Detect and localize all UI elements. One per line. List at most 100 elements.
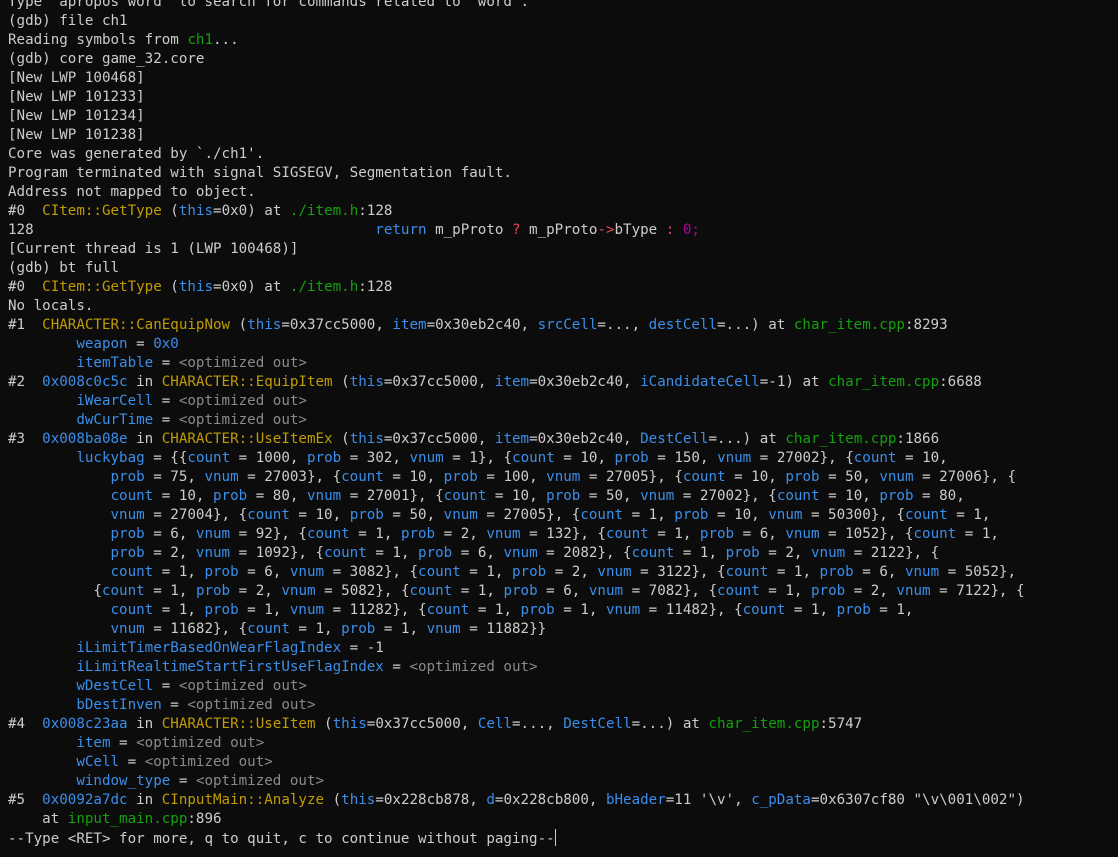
- terminal-text: m_pProto: [426, 222, 512, 238]
- terminal-text: = 2,: [759, 545, 811, 561]
- terminal-text: = 6,: [853, 564, 905, 580]
- terminal-text: = 1000,: [230, 450, 307, 466]
- terminal-text: char_item.cpp: [828, 374, 940, 390]
- terminal-text: :128: [358, 203, 393, 219]
- terminal-text: count: [110, 602, 154, 618]
- terminal-text: this: [178, 279, 214, 295]
- terminal-text: prob: [204, 602, 239, 618]
- terminal-text: vnum: [879, 469, 914, 485]
- terminal-text: :: [665, 222, 675, 238]
- terminal-output[interactable]: Type "apropos word" to search for comman…: [0, 0, 1118, 857]
- terminal-text: in: [127, 431, 162, 447]
- terminal-text: count: [426, 602, 470, 618]
- terminal-line: window_type = <optimized out>: [8, 772, 324, 791]
- terminal-text: = 3082}, {: [324, 564, 419, 580]
- terminal-text: count: [247, 507, 290, 523]
- terminal-text: prob: [110, 526, 145, 542]
- terminal-text: prob: [725, 545, 760, 561]
- terminal-text: =...) at: [708, 431, 786, 447]
- terminal-line: (gdb) core game_32.core: [8, 50, 204, 69]
- terminal-text: = 1,: [674, 545, 726, 561]
- terminal-text: Program terminated with signal SIGSEGV, …: [8, 165, 512, 181]
- terminal-line: prob = 6, vnum = 92}, {count = 1, prob =…: [8, 525, 999, 544]
- terminal-text: prob: [819, 564, 854, 580]
- terminal-text: count: [101, 583, 145, 599]
- terminal-text: in: [127, 374, 162, 390]
- terminal-text: No locals.: [8, 298, 94, 314]
- terminal-text: vnum: [306, 488, 342, 504]
- terminal-line: Core was generated by `./ch1'.: [8, 145, 264, 164]
- terminal-text: prob: [614, 450, 649, 466]
- terminal-text: item: [76, 735, 111, 751]
- terminal-text: count: [605, 526, 649, 542]
- terminal-text: =: [383, 659, 410, 675]
- terminal-text: =...,: [597, 317, 649, 333]
- terminal-text: (: [230, 317, 248, 333]
- terminal-text: vnum: [195, 545, 231, 561]
- terminal-text: = 5082}, {: [315, 583, 410, 599]
- terminal-text: = 6,: [537, 583, 589, 599]
- terminal-text: :896: [187, 811, 222, 827]
- terminal-text: = 3122}, {: [631, 564, 726, 580]
- terminal-line: [New LWP 101234]: [8, 107, 145, 126]
- terminal-text: ?: [511, 222, 521, 238]
- terminal-text: =: [170, 773, 196, 789]
- terminal-text: vnum: [896, 583, 931, 599]
- terminal-text: bHeader: [605, 792, 666, 808]
- terminal-text: [New LWP 101234]: [8, 108, 145, 124]
- terminal-text: = 27002}, {: [751, 450, 854, 466]
- terminal-line: Address not mapped to object.: [8, 183, 256, 202]
- terminal-text: count: [247, 621, 290, 637]
- terminal-text: weapon: [76, 336, 128, 352]
- terminal-text: <optimized out>: [187, 697, 316, 713]
- terminal-line: vnum = 27004}, {count = 10, prob = 50, v…: [8, 506, 991, 525]
- terminal-text: vnum: [605, 602, 641, 618]
- terminal-text: CHARACTER::UseItemEx: [161, 431, 333, 447]
- terminal-line: #2 0x008c0c5c in CHARACTER::EquipItem (t…: [8, 373, 982, 392]
- terminal-text: count: [341, 469, 384, 485]
- terminal-text: [New LWP 101238]: [8, 127, 145, 143]
- terminal-text: prob: [546, 488, 581, 504]
- terminal-text: = 1,: [648, 526, 700, 542]
- terminal-text: <optimized out>: [178, 412, 307, 428]
- terminal-line: luckybag = {{count = 1000, prob = 302, v…: [8, 449, 947, 468]
- terminal-text: count: [324, 545, 367, 561]
- terminal-text: DestCell: [563, 716, 632, 732]
- terminal-line: --Type <RET> for more, q to quit, c to c…: [8, 829, 556, 849]
- terminal-text: prob: [195, 583, 231, 599]
- terminal-text: vnum: [409, 450, 444, 466]
- terminal-text: =0x228cb878,: [375, 792, 487, 808]
- terminal-text: = 1,: [375, 621, 427, 637]
- terminal-text: =...) at: [717, 317, 794, 333]
- terminal-text: vnum: [503, 545, 538, 561]
- terminal-text: = 7122}, {: [930, 583, 1025, 599]
- terminal-text: =: [153, 412, 179, 428]
- terminal-text: count: [306, 526, 350, 542]
- terminal-text: <optimized out>: [195, 773, 325, 789]
- terminal-text: prob: [699, 526, 735, 542]
- terminal-text: = 5052},: [939, 564, 1016, 580]
- terminal-text: = 50300}, {: [802, 507, 905, 523]
- terminal-text: count: [512, 450, 555, 466]
- terminal-text: = 10,: [289, 507, 350, 523]
- terminal-text: 128: [8, 222, 376, 238]
- terminal-text: <optimized out>: [178, 355, 307, 371]
- terminal-text: =: [110, 735, 137, 751]
- terminal-text: = 6,: [238, 564, 290, 580]
- terminal-text: char_item.cpp: [785, 431, 897, 447]
- terminal-text: prob: [349, 507, 384, 523]
- terminal-text: 0x008c23aa: [42, 716, 128, 732]
- terminal-text: prob: [879, 488, 914, 504]
- terminal-text: iLimitRealtimeStartFirstUseFlagIndex: [76, 659, 384, 675]
- terminal-text: count: [776, 488, 820, 504]
- terminal-text: (: [332, 374, 350, 390]
- terminal-line: [New LWP 100468]: [8, 69, 145, 88]
- terminal-text: ;: [691, 222, 700, 238]
- terminal-text: {: [8, 583, 102, 599]
